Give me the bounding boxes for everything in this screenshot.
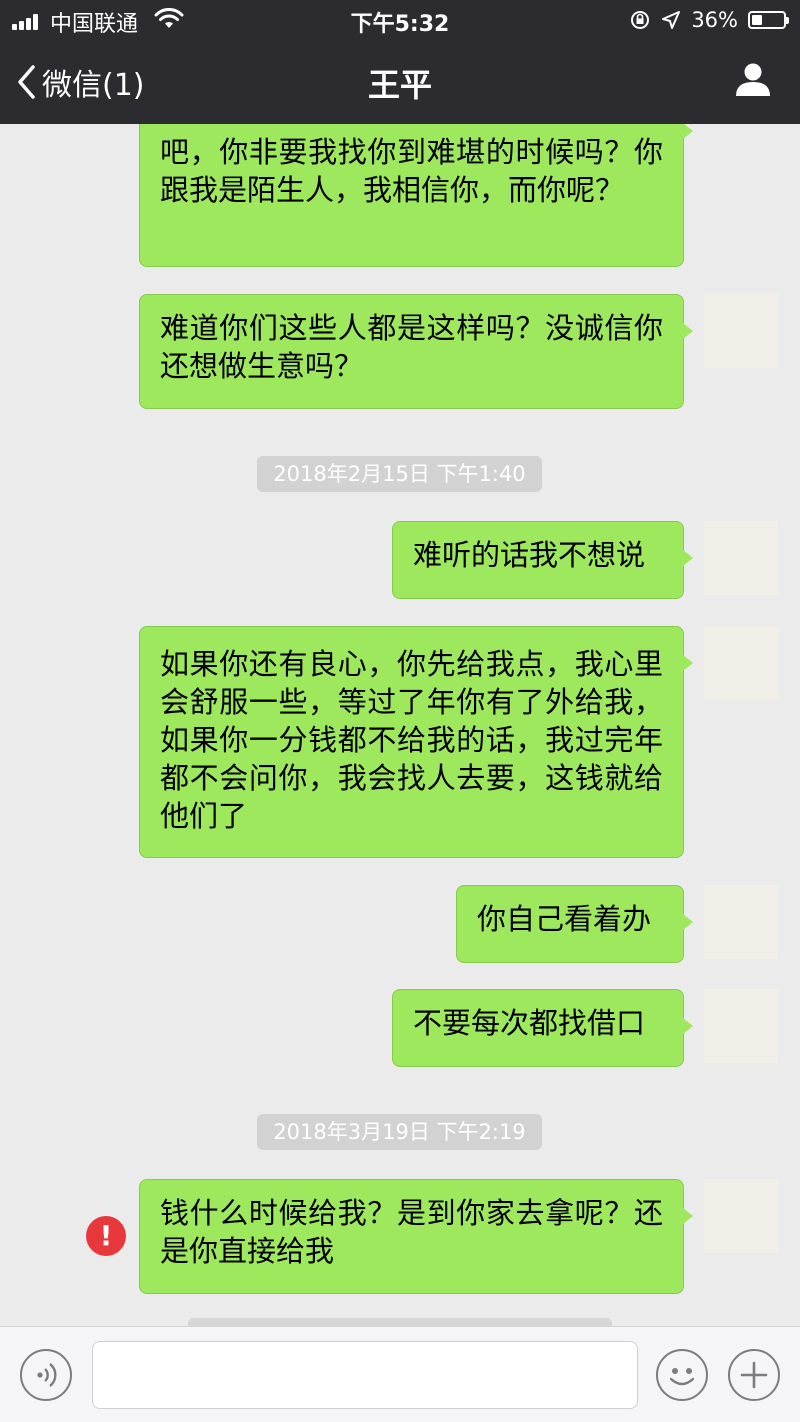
message-text: 如果你还有良心，你先给我点，我心里会舒服一些，等过了年你有了外给我，如果你一分钱… [160,647,663,833]
chevron-left-icon [18,65,35,99]
plus-icon [740,1361,768,1389]
battery-percent: 36% [691,8,738,32]
battery-icon [748,11,789,29]
emoji-button[interactable] [656,1349,708,1401]
send-failed-icon[interactable]: ! [86,1216,126,1256]
location-icon [662,11,681,29]
back-button[interactable]: 微信(1) [16,60,145,104]
avatar[interactable] [704,989,778,1063]
avatar[interactable] [704,294,778,368]
timestamp: 2018年2月15日 下午1:40 [257,456,542,492]
message-bubble[interactable]: 钱什么时候给我？是到你家去拿呢？还是你直接给我 [139,1179,693,1294]
message-text: 吧，你非要我找你到难堪的时候吗？你跟我是陌生人，我相信你，而你呢？ [160,135,663,207]
message-text: 你自己看着办 [477,902,652,936]
avatar[interactable] [704,885,778,959]
message-text: 钱什么时候给我？是到你家去拿呢？还是你直接给我 [160,1196,663,1268]
scrolled-content [188,1318,612,1326]
input-bar [0,1326,800,1422]
back-label: 微信(1) [42,68,145,103]
chat-info-button[interactable] [734,60,772,102]
voice-icon [37,1363,57,1387]
timestamp: 2018年3月19日 下午2:19 [257,1114,542,1150]
message-input[interactable] [92,1341,638,1409]
more-button[interactable] [728,1349,780,1401]
avatar[interactable] [704,626,778,700]
top-bar: 中国联通 下午5:32 36% 微信(1) 王平 [0,0,800,124]
avatar[interactable] [704,1179,778,1253]
message-bubble[interactable]: 不要每次都找借口 [392,989,693,1067]
message-bubble[interactable]: 难道你们这些人都是这样吗？没诚信你还想做生意吗？ [139,294,693,409]
voice-button[interactable] [20,1349,72,1401]
message-text: 难听的话我不想说 [413,538,646,572]
person-icon [736,63,770,96]
message-bubble[interactable]: 如果你还有良心，你先给我点，我心里会舒服一些，等过了年你有了外给我，如果你一分钱… [139,626,693,858]
message-bubble[interactable]: 难听的话我不想说 [392,521,693,599]
nav-bar: 微信(1) 王平 [0,40,800,124]
message-bubble[interactable]: 你自己看着办 [456,885,693,963]
avatar[interactable] [704,521,778,595]
message-text: 难道你们这些人都是这样吗？没诚信你还想做生意吗？ [160,311,663,383]
emoji-icon [669,1368,695,1386]
chat-area[interactable]: 吧，你非要我找你到难堪的时候吗？你跟我是陌生人，我相信你，而你呢？ 难道你们这些… [0,0,800,1326]
orientation-lock-icon [631,11,650,29]
message-text: 不要每次都找借口 [413,1006,646,1040]
status-bar: 中国联通 下午5:32 36% [0,0,800,40]
